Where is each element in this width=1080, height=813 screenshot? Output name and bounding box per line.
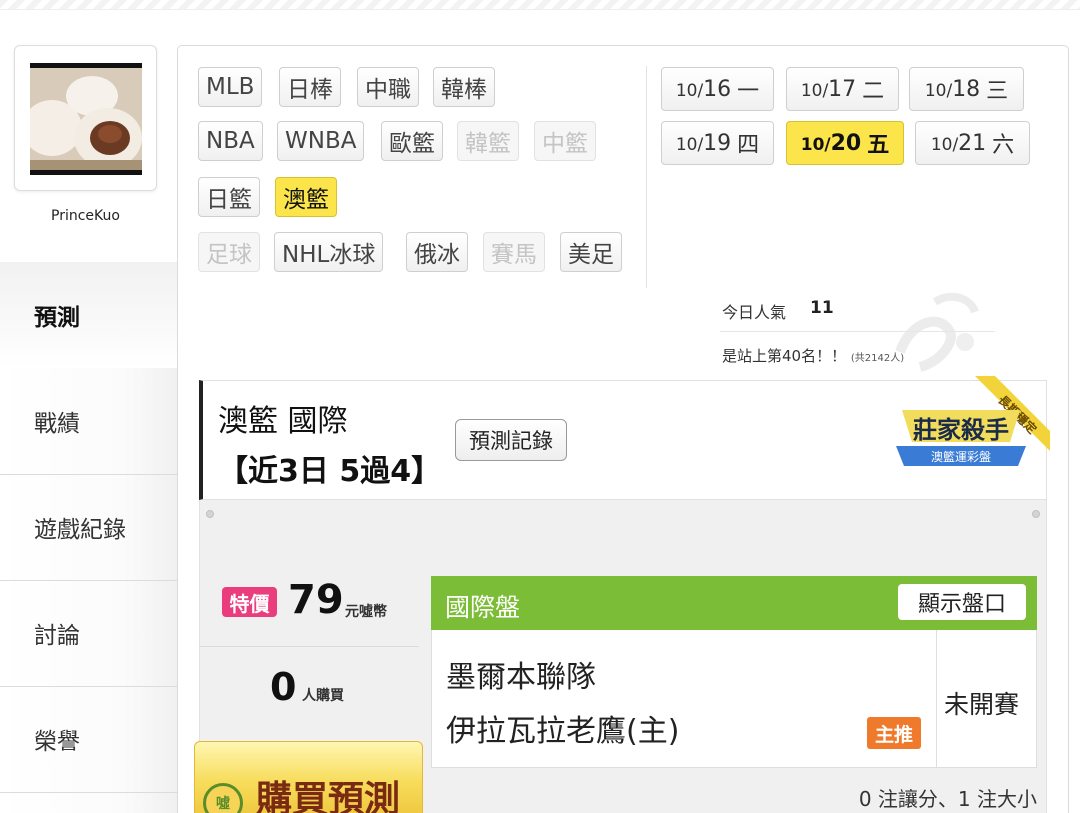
popularity-label: 今日人氣: [722, 303, 787, 322]
rank-total: (共2142人): [850, 353, 905, 364]
match-panel-title: 國際盤: [445, 593, 521, 622]
rank-text-main: 是站上第40名！！: [722, 347, 847, 365]
rivet-icon: [1032, 510, 1040, 518]
sport-tag-euro-basketball[interactable]: 歐籃: [381, 121, 443, 161]
sport-tag-horse-racing: 賽馬: [483, 232, 545, 272]
sport-tag-kbo[interactable]: 韓棒: [433, 67, 495, 107]
popularity-divider: [720, 331, 995, 332]
sidebar-item-game-history[interactable]: 遊戲紀錄: [0, 474, 178, 580]
sport-tag-wnba[interactable]: WNBA: [277, 121, 365, 161]
sidebar-item-predictions[interactable]: 預測: [0, 262, 178, 368]
show-odds-button[interactable]: 顯示盤口: [898, 584, 1026, 620]
price-value: 79: [288, 577, 344, 623]
banker-killer-badge-icon: 長期穩定 莊家殺手 澳籃運彩盤: [896, 376, 1050, 466]
price-currency: 元噓幣: [345, 604, 387, 620]
decorative-flourish: [895, 292, 979, 372]
sport-tag-nba[interactable]: NBA: [198, 121, 263, 161]
team-home: 伊拉瓦拉老鷹(主): [446, 714, 680, 749]
sidebar-item-record[interactable]: 戰績: [0, 368, 178, 474]
section-divider: [646, 66, 647, 288]
rivet-icon: [206, 510, 214, 518]
sidebar-item-honors[interactable]: 榮譽: [0, 686, 178, 792]
date-button-1019[interactable]: 10/19 四: [661, 121, 774, 165]
match-status: 未開賽: [944, 690, 1020, 719]
sport-tag-japan-basketball[interactable]: 日籃: [198, 177, 260, 217]
price-divider: [199, 646, 419, 647]
badge-subtitle-text: 澳籃運彩盤: [931, 449, 991, 464]
sport-tag-cpbl[interactable]: 中職: [357, 67, 419, 107]
sidebar-divider: [0, 792, 178, 793]
sport-tag-korea-basketball: 韓籃: [457, 121, 519, 161]
avatar-image: [30, 63, 142, 175]
match-panel-divider: [936, 630, 937, 768]
sport-tag-japan-baseball[interactable]: 日棒: [279, 67, 341, 107]
date-button-1020[interactable]: 10/20 五: [786, 121, 904, 165]
bet-summary: 0 注讓分、1 注大小: [858, 787, 1037, 811]
date-button-1016[interactable]: 10/16 一: [661, 67, 774, 111]
date-button-1018[interactable]: 10/18 三: [909, 67, 1024, 111]
username: PrinceKuo: [51, 208, 120, 224]
sport-tag-russian-hockey[interactable]: 俄冰: [406, 232, 468, 272]
sport-tag-australia-basketball[interactable]: 澳籃: [275, 177, 337, 217]
date-button-1021[interactable]: 10/21 六: [915, 121, 1030, 165]
sidebar-item-discussion[interactable]: 討論: [0, 580, 178, 686]
page-title: 澳籃 國際: [218, 404, 348, 439]
sport-tag-american-football[interactable]: 美足: [560, 232, 622, 272]
special-price-badge: 特價: [222, 587, 277, 617]
team-away: 墨爾本聯隊: [446, 660, 596, 695]
sport-tag-soccer: 足球: [198, 232, 260, 272]
avatar[interactable]: [14, 45, 157, 191]
main-pick-badge: 主推: [867, 717, 921, 749]
buyer-count: 0: [270, 665, 297, 709]
rank-text: 是站上第40名！！ (共2142人): [722, 345, 904, 366]
top-decorative-border: [0, 0, 1080, 10]
buyer-count-unit: 人購買: [302, 688, 344, 704]
recent-record: 【近3日 5過4】: [218, 454, 442, 489]
badge-title-text: 莊家殺手: [913, 416, 1009, 444]
date-button-1017[interactable]: 10/17 二: [786, 67, 899, 111]
sport-tag-china-basketball: 中籃: [534, 121, 596, 161]
prediction-history-button[interactable]: 預測記錄: [455, 419, 567, 461]
sport-tag-mlb[interactable]: MLB: [198, 67, 263, 107]
popularity-count: 11: [810, 298, 834, 318]
sport-tag-nhl[interactable]: NHL冰球: [274, 232, 384, 272]
buy-prediction-label[interactable]: 購買預測: [256, 770, 400, 813]
